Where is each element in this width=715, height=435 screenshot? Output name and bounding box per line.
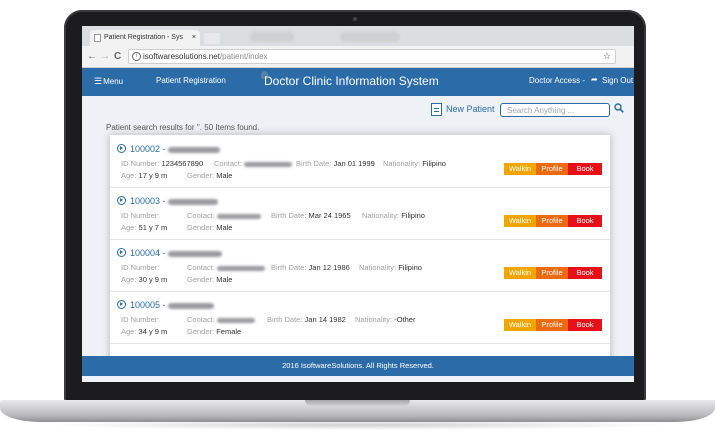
sign-out-icon[interactable]: ➦	[591, 75, 598, 84]
patient-actions: Walkin Profile Book	[504, 163, 602, 175]
patient-actions: Walkin Profile Book	[504, 267, 602, 279]
redacted-contact	[217, 317, 256, 323]
search-icon[interactable]	[614, 103, 624, 113]
patient-code: 100004 -	[130, 248, 166, 258]
redacted-name	[168, 302, 215, 309]
patient-actions: Walkin Profile Book	[504, 319, 602, 331]
reload-icon[interactable]: C	[114, 50, 121, 64]
profile-button[interactable]: Profile	[536, 163, 568, 175]
page-icon	[94, 34, 101, 42]
patient-actions: Walkin Profile Book	[504, 215, 602, 227]
browser-tab[interactable]: Patient Registration - Sys ×	[90, 30, 200, 46]
menu-label: Menu	[103, 77, 124, 86]
patient-list: 100002 - ID Number: 1234567890 Contact: …	[110, 135, 610, 382]
patient-code: 100003 -	[130, 196, 166, 206]
laptop-notch	[305, 400, 410, 406]
patient-title[interactable]: 100002 -	[117, 144, 221, 154]
patient-code: 100005 -	[130, 300, 166, 310]
results-summary: Patient search results for ''. 50 Items …	[106, 123, 260, 132]
redacted-name	[168, 198, 219, 205]
redacted-contact	[244, 161, 293, 167]
screen-bottom	[82, 376, 634, 382]
redacted-contact	[217, 265, 266, 271]
star-icon[interactable]: ☆	[603, 50, 611, 63]
back-icon[interactable]: ←	[87, 50, 97, 64]
app-title: Doctor Clinic Information System	[264, 74, 439, 88]
patient-row: 100005 - ID Number: Contact: Birth Date:…	[110, 291, 610, 344]
patient-title[interactable]: 100003 -	[117, 196, 219, 206]
book-button[interactable]: Book	[568, 267, 602, 279]
redacted-contact	[217, 213, 262, 219]
app-footer: 2016 IsoftwareSolutions. All Rights Rese…	[82, 356, 634, 376]
menu-button[interactable]: ☰Menu	[94, 76, 123, 87]
redacted-name	[168, 250, 223, 257]
copyright-text: 2016 IsoftwareSolutions. All Rights Rese…	[282, 361, 434, 370]
blurred-tab	[250, 32, 294, 42]
close-icon[interactable]: ×	[192, 30, 196, 46]
url-host: isoftwaresolutions.net	[143, 52, 220, 61]
app-header: ☰Menu Patient Registration Doctor Clinic…	[82, 68, 634, 96]
expand-icon[interactable]	[117, 248, 126, 257]
book-button[interactable]: Book	[568, 163, 602, 175]
patient-title[interactable]: 100004 -	[117, 248, 223, 258]
walkin-button[interactable]: Walkin	[504, 215, 536, 227]
new-patient-link[interactable]: New Patient	[446, 104, 495, 114]
camera	[353, 17, 357, 21]
browser-toolbar: ← → C i isoftwaresolutions.net/patient/i…	[82, 46, 634, 68]
walkin-button[interactable]: Walkin	[504, 267, 536, 279]
browser-window: Patient Registration - Sys × ← → C i iso…	[82, 26, 634, 382]
expand-icon[interactable]	[117, 144, 126, 153]
search-input[interactable]	[500, 103, 610, 117]
redacted-name	[168, 146, 221, 153]
address-bar[interactable]: i isoftwaresolutions.net/patient/index ☆	[128, 49, 616, 64]
page-title[interactable]: Patient Registration	[156, 76, 226, 85]
laptop-base	[0, 400, 715, 422]
expand-icon[interactable]	[117, 300, 126, 309]
sign-out-link[interactable]: Sign Out	[602, 76, 633, 85]
profile-button[interactable]: Profile	[536, 267, 568, 279]
patient-row: 100003 - ID Number: Contact: Birth Date:…	[110, 187, 610, 240]
book-button[interactable]: Book	[568, 215, 602, 227]
patient-row: 100004 - ID Number: Contact: Birth Date:…	[110, 239, 610, 292]
info-icon: i	[132, 52, 141, 61]
blurred-tab	[340, 32, 400, 42]
url-path: /patient/index	[219, 52, 268, 61]
tab-strip: Patient Registration - Sys ×	[82, 26, 634, 46]
patient-row: 100002 - ID Number: 1234567890 Contact: …	[110, 135, 610, 188]
profile-button[interactable]: Profile	[536, 215, 568, 227]
profile-button[interactable]: Profile	[536, 319, 568, 331]
patient-code: 100002 -	[130, 144, 166, 154]
patient-title[interactable]: 100005 -	[117, 300, 215, 310]
tab-title: Patient Registration - Sys	[104, 34, 183, 41]
book-button[interactable]: Book	[568, 319, 602, 331]
access-level: Doctor Access -	[529, 76, 586, 85]
walkin-button[interactable]: Walkin	[504, 319, 536, 331]
expand-icon[interactable]	[117, 196, 126, 205]
document-icon[interactable]	[431, 103, 442, 116]
new-tab-button[interactable]	[204, 33, 220, 44]
hamburger-icon: ☰	[94, 76, 103, 86]
walkin-button[interactable]: Walkin	[504, 163, 536, 175]
forward-icon[interactable]: →	[100, 50, 110, 64]
